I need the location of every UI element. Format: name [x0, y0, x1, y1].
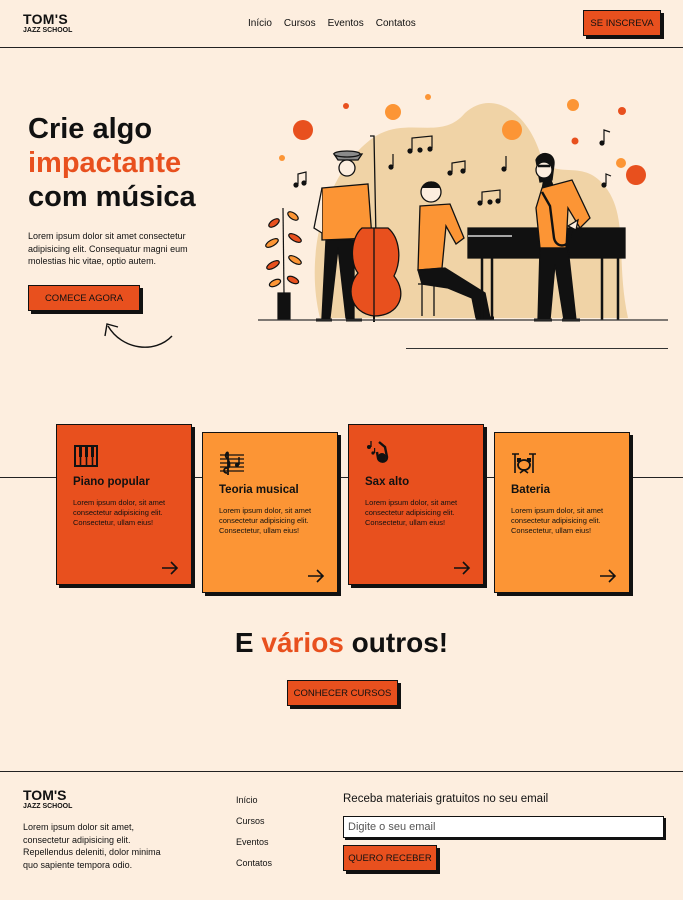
logo-subtitle: JAZZ SCHOOL: [23, 27, 73, 34]
sheet-music-icon: [220, 451, 244, 475]
course-title: Sax alto: [365, 476, 410, 488]
arrow-right-icon[interactable]: [453, 561, 471, 575]
course-card-piano[interactable]: Piano popular Lorem ipsum dolor, sit ame…: [56, 424, 192, 585]
hero-description: Lorem ipsum dolor sit amet consectetur a…: [28, 231, 188, 266]
arrow-right-icon[interactable]: [161, 561, 179, 575]
footer-links: Início Cursos Eventos Contatos: [236, 795, 272, 879]
email-field[interactable]: [343, 816, 664, 838]
logo[interactable]: TOM'S JAZZ SCHOOL: [23, 12, 72, 34]
footer-link-contatos[interactable]: Contatos: [236, 858, 272, 879]
course-title: Piano popular: [73, 476, 150, 488]
hero-title-line3: com música: [28, 181, 196, 213]
others-heading: E vários outros!: [0, 627, 683, 659]
start-now-button[interactable]: COMECE AGORA: [28, 285, 140, 311]
course-card-drums[interactable]: Bateria Lorem ipsum dolor, sit amet cons…: [494, 432, 630, 593]
signup-button[interactable]: SE INSCREVA: [583, 10, 661, 36]
nav-item-eventos[interactable]: Eventos: [328, 18, 364, 29]
course-card-theory[interactable]: Teoria musical Lorem ipsum dolor, sit am…: [202, 432, 338, 593]
footer-link-cursos[interactable]: Cursos: [236, 816, 272, 837]
arrow-right-icon[interactable]: [599, 569, 617, 583]
others-title-accent: vários: [261, 627, 344, 658]
footer-link-eventos[interactable]: Eventos: [236, 837, 272, 858]
course-description: Lorem ipsum dolor, sit amet consectetur …: [511, 506, 604, 535]
hero-divider: [406, 348, 668, 349]
course-description: Lorem ipsum dolor, sit amet consectetur …: [219, 506, 312, 535]
footer-divider: [0, 771, 683, 772]
others-title-pre: E: [234, 627, 254, 658]
logo-name: TOM'S: [23, 11, 69, 27]
subscribe-button[interactable]: QUERO RECEBER: [343, 845, 437, 871]
others-title-post: outros!: [351, 627, 449, 658]
newsletter-title: Receba materiais gratuitos no seu email: [343, 793, 549, 805]
main-nav: Início Cursos Eventos Contatos: [248, 18, 416, 29]
course-title: Bateria: [511, 484, 550, 496]
view-courses-button[interactable]: CONHECER CURSOS: [287, 680, 398, 706]
logo-name: TOM'S: [23, 787, 67, 803]
nav-item-cursos[interactable]: Cursos: [284, 18, 316, 29]
hero-title-accent: impactante: [28, 147, 182, 179]
course-card-sax[interactable]: Sax alto Lorem ipsum dolor, sit amet con…: [348, 424, 484, 585]
jazz-band-illustration: [258, 94, 668, 322]
course-description: Lorem ipsum dolor, sit amet consectetur …: [365, 498, 458, 527]
course-title: Teoria musical: [219, 484, 299, 496]
hero-title-line1: Crie algo: [28, 113, 153, 145]
piano-icon: [74, 445, 98, 467]
logo-subtitle: JAZZ SCHOOL: [23, 803, 73, 810]
nav-item-contatos[interactable]: Contatos: [376, 18, 416, 29]
course-description: Lorem ipsum dolor, sit amet consectetur …: [73, 498, 166, 527]
nav-item-inicio[interactable]: Início: [248, 18, 272, 29]
drums-icon: [512, 453, 536, 474]
saxophone-icon: [367, 441, 389, 463]
footer-link-inicio[interactable]: Início: [236, 795, 272, 816]
arrow-right-icon[interactable]: [307, 569, 325, 583]
curved-arrow-icon: [104, 323, 173, 348]
footer-logo[interactable]: TOM'S JAZZ SCHOOL: [23, 788, 72, 810]
site-header: TOM'S JAZZ SCHOOL Início Cursos Eventos …: [0, 0, 683, 48]
hero-title: Crie algo impactante com música: [28, 112, 196, 214]
footer-description: Lorem ipsum dolor sit amet, consectetur …: [23, 822, 161, 870]
